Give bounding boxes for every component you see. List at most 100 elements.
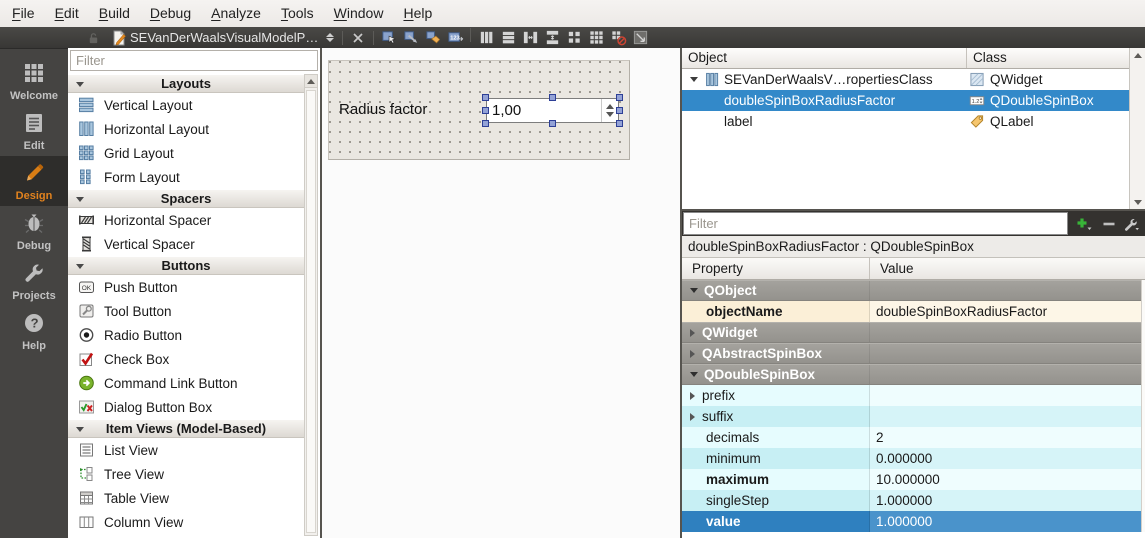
property-row-prefix[interactable]: prefix (682, 385, 1145, 406)
menu-debug[interactable]: Debug (140, 0, 201, 27)
menu-tools[interactable]: Tools (271, 0, 324, 27)
property-filter-input[interactable] (683, 212, 1068, 235)
chevron-down-icon[interactable] (690, 77, 698, 82)
property-value[interactable]: doubleSpinBoxRadiusFactor (870, 301, 1145, 322)
widget-push-button[interactable]: OKPush Button (68, 275, 304, 299)
chevron-down-icon[interactable] (690, 288, 698, 293)
property-value[interactable]: 2 (870, 427, 1145, 448)
widget-horizontal-layout[interactable]: Horizontal Layout (68, 117, 304, 141)
edit-widgets-icon[interactable] (378, 28, 400, 47)
selection-handle[interactable] (482, 107, 489, 114)
widgetbox-filter-input[interactable] (70, 50, 318, 71)
mode-help[interactable]: ?Help (0, 306, 68, 356)
class-column-header[interactable]: Class (967, 48, 1129, 68)
layout-horizontal-icon[interactable] (475, 28, 497, 47)
property-row-objectname[interactable]: objectNamedoubleSpinBoxRadiusFactor (682, 301, 1145, 322)
layout-vertical-icon[interactable] (497, 28, 519, 47)
widget-column-view[interactable]: Column View (68, 510, 304, 534)
property-group-qobject[interactable]: QObject (682, 280, 1145, 301)
property-row-singlestep[interactable]: singleStep1.000000 (682, 490, 1145, 511)
adjust-size-icon[interactable] (629, 28, 651, 47)
mode-projects[interactable]: Projects (0, 256, 68, 306)
property-group-qdoublespinbox[interactable]: QDoubleSpinBox (682, 364, 1145, 385)
property-group-qabstractspinbox[interactable]: QAbstractSpinBox (682, 343, 1145, 364)
spin-up-icon[interactable] (606, 104, 614, 109)
layout-form-icon[interactable] (563, 28, 585, 47)
inspector-row-sevanderwaalsvropertiesclass[interactable]: SEVanDerWaalsV…ropertiesClassQWidget (682, 69, 1129, 90)
inspector-row-doublespinboxradiusfactor[interactable]: doubleSpinBoxRadiusFactor1.2QDoubleSpinB… (682, 90, 1129, 111)
spin-down-icon[interactable] (606, 112, 614, 117)
property-value[interactable]: 0.000000 (870, 448, 1145, 469)
property-config-button[interactable] (1119, 213, 1143, 234)
widget-tool-button[interactable]: Tool Button (68, 299, 304, 323)
mode-welcome[interactable]: Welcome (0, 56, 68, 106)
selection-handle[interactable] (616, 94, 623, 101)
edit-tab-order-icon[interactable]: 123 (444, 28, 466, 47)
object-column-header[interactable]: Object (682, 48, 967, 68)
selection-handle[interactable] (482, 94, 489, 101)
property-value[interactable]: 1.000000 (870, 511, 1145, 532)
property-value[interactable] (870, 406, 1145, 427)
property-value[interactable]: 1.000000 (870, 490, 1145, 511)
menu-analyze[interactable]: Analyze (201, 0, 271, 27)
scrollbar-thumb[interactable] (306, 90, 316, 533)
menu-edit[interactable]: Edit (45, 0, 89, 27)
mode-design[interactable]: Design (0, 156, 68, 206)
property-group-qwidget[interactable]: QWidget (682, 322, 1145, 343)
inspector-row-label[interactable]: labelQLabel (682, 111, 1129, 132)
category-spacers[interactable]: Spacers (68, 189, 304, 208)
widget-command-link-button[interactable]: Command Link Button (68, 371, 304, 395)
scroll-up-icon[interactable] (305, 75, 317, 88)
widget-horizontal-spacer[interactable]: Horizontal Spacer (68, 208, 304, 232)
property-row-suffix[interactable]: suffix (682, 406, 1145, 427)
remove-dynamic-property-button[interactable] (1097, 213, 1121, 234)
selection-handle[interactable] (616, 120, 623, 127)
widgetbox-scrollbar[interactable] (304, 74, 318, 536)
mode-edit[interactable]: Edit (0, 106, 68, 156)
category-buttons[interactable]: Buttons (68, 256, 304, 275)
form-selector-dropdown[interactable]: SEVanDerWaalsVisualModelP… (104, 28, 338, 47)
chevron-right-icon[interactable] (690, 350, 695, 358)
widget-radio-button[interactable]: Radio Button (68, 323, 304, 347)
layout-horizontal-splitter-icon[interactable] (519, 28, 541, 47)
radius-factor-label[interactable]: Radius factor (339, 97, 427, 123)
edit-buddies-icon[interactable] (422, 28, 444, 47)
property-value[interactable]: 10.000000 (870, 469, 1145, 490)
widget-vertical-layout[interactable]: Vertical Layout (68, 93, 304, 117)
widget-form-layout[interactable]: Form Layout (68, 165, 304, 189)
break-layout-icon[interactable] (607, 28, 629, 47)
widget-vertical-spacer[interactable]: Vertical Spacer (68, 232, 304, 256)
value-column-header[interactable]: Value (870, 258, 1145, 279)
layout-vertical-splitter-icon[interactable] (541, 28, 563, 47)
lock-icon[interactable] (82, 28, 104, 47)
property-row-minimum[interactable]: minimum0.000000 (682, 448, 1145, 469)
menu-file[interactable]: File (2, 0, 45, 27)
selection-handle[interactable] (549, 94, 556, 101)
scroll-down-icon[interactable] (1130, 195, 1145, 209)
category-item-views-model-based-[interactable]: Item Views (Model-Based) (68, 419, 304, 438)
menu-build[interactable]: Build (89, 0, 140, 27)
close-icon[interactable] (347, 28, 369, 47)
menu-window[interactable]: Window (324, 0, 394, 27)
widget-table-view[interactable]: Table View (68, 486, 304, 510)
widget-tree-view[interactable]: Tree View (68, 462, 304, 486)
selection-handle[interactable] (549, 120, 556, 127)
property-value[interactable] (870, 385, 1145, 406)
add-dynamic-property-button[interactable] (1072, 213, 1096, 234)
inspector-scrollbar[interactable] (1129, 48, 1145, 209)
property-row-decimals[interactable]: decimals2 (682, 427, 1145, 448)
chevron-right-icon[interactable] (690, 392, 695, 400)
widget-check-box[interactable]: Check Box (68, 347, 304, 371)
chevron-down-icon[interactable] (690, 372, 698, 377)
chevron-right-icon[interactable] (690, 329, 695, 337)
widget-grid-layout[interactable]: Grid Layout (68, 141, 304, 165)
widget-list-view[interactable]: List View (68, 438, 304, 462)
form-canvas[interactable]: Radius factor 1,00 (328, 60, 630, 160)
selection-handle[interactable] (482, 120, 489, 127)
property-column-header[interactable]: Property (682, 258, 870, 279)
chevron-right-icon[interactable] (690, 413, 695, 421)
category-layouts[interactable]: Layouts (68, 74, 304, 93)
menu-help[interactable]: Help (393, 0, 442, 27)
property-row-maximum[interactable]: maximum10.000000 (682, 469, 1145, 490)
edit-signals-slots-icon[interactable] (400, 28, 422, 47)
